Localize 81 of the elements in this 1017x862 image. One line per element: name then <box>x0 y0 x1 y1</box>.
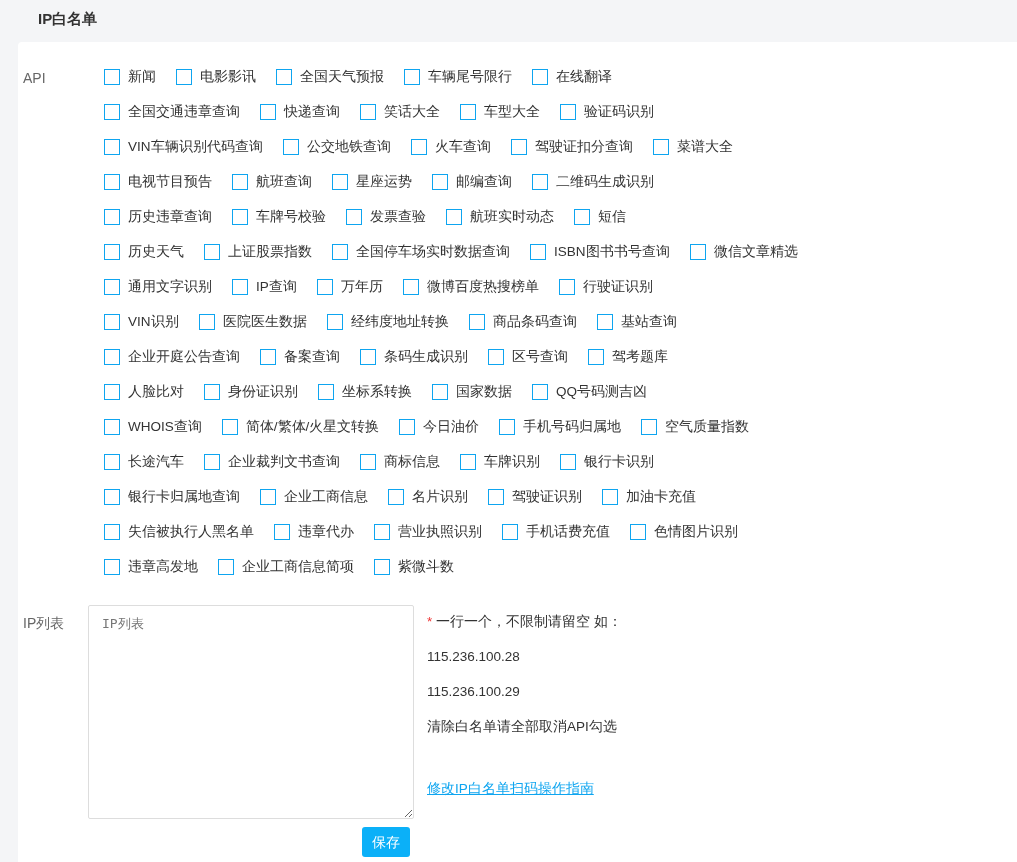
api-checkbox-option[interactable]: 医院医生数据 <box>198 313 307 330</box>
api-checkbox-option[interactable]: 紫微斗数 <box>374 558 454 575</box>
api-checkbox-option[interactable]: 色情图片识别 <box>630 523 738 540</box>
api-checkbox-option[interactable]: 车牌识别 <box>460 453 540 470</box>
api-checkbox-option[interactable]: 通用文字识别 <box>104 278 212 295</box>
api-checkbox-option[interactable]: 火车查询 <box>410 138 491 155</box>
api-checkbox-option[interactable]: 微信文章精选 <box>689 243 798 260</box>
api-checkbox-option[interactable]: 二维码生成识别 <box>532 173 654 190</box>
field-label: API <box>23 70 46 86</box>
api-checkbox-option[interactable]: 坐标系转换 <box>318 383 412 400</box>
api-checkbox-option[interactable]: 银行卡识别 <box>560 453 654 470</box>
api-checkbox-option[interactable]: VIN识别 <box>104 313 179 330</box>
api-checkbox-option[interactable]: 车辆尾号限行 <box>404 68 512 85</box>
api-checkbox-option[interactable]: 手机号码归属地 <box>499 418 622 435</box>
api-checkbox-option[interactable]: 商标信息 <box>360 453 440 470</box>
api-checkbox-option[interactable]: IP查询 <box>232 278 297 295</box>
api-checkbox-option[interactable]: 全国交通违章查询 <box>104 103 240 120</box>
api-checkbox-option[interactable]: 基站查询 <box>596 313 677 330</box>
api-checkbox-option[interactable]: 违章高发地 <box>104 558 198 575</box>
field-label: IP列表 <box>23 615 65 631</box>
api-checkbox-option[interactable]: 经纬度地址转换 <box>326 313 449 330</box>
api-checkbox-option[interactable]: 驾考题库 <box>588 348 668 365</box>
api-checkbox-option[interactable]: 营业执照识别 <box>374 523 482 540</box>
api-checkbox-option[interactable]: 人脸比对 <box>104 383 184 400</box>
hint-text: 清除白名单请全部取消API勾选 <box>427 718 618 735</box>
api-checkbox-option[interactable]: 航班实时动态 <box>446 208 554 225</box>
api-checkbox-option[interactable]: 条码生成识别 <box>360 348 468 365</box>
api-checkbox-option[interactable]: 车牌号校验 <box>232 208 326 225</box>
example-ip-text: 115.236.100.29 <box>427 683 521 700</box>
api-checkbox-option[interactable]: WHOIS查询 <box>104 418 202 435</box>
api-checkbox-option[interactable]: 车型大全 <box>460 103 540 120</box>
api-checkbox-option[interactable]: 行驶证识别 <box>558 278 653 295</box>
api-checkbox-option[interactable]: 企业裁判文书查询 <box>204 453 340 470</box>
api-checkbox-option[interactable]: QQ号码测吉凶 <box>532 383 647 400</box>
api-checkbox-option[interactable]: 历史违章查询 <box>104 208 212 225</box>
api-checkbox-option[interactable]: 历史天气 <box>104 243 184 260</box>
api-checkbox-option[interactable]: 长途汽车 <box>104 453 184 470</box>
api-checkbox-option[interactable]: 驾驶证扣分查询 <box>510 138 633 155</box>
api-checkbox-option[interactable]: 航班查询 <box>232 173 312 190</box>
api-checkbox-option[interactable]: 发票查验 <box>346 208 426 225</box>
hint-text: * 一行一个，不限制请留空 如： <box>427 613 622 630</box>
api-checkbox-option[interactable]: 企业工商信息 <box>260 488 368 505</box>
api-checkbox-option[interactable]: 新闻 <box>104 68 156 85</box>
api-checkbox-option[interactable]: 区号查询 <box>488 348 568 365</box>
api-checkbox-option[interactable]: 企业工商信息简项 <box>218 558 354 575</box>
api-checkbox-option[interactable]: 空气质量指数 <box>641 418 750 435</box>
api-checkbox-option[interactable]: ISBN图书书号查询 <box>530 243 670 260</box>
api-checkbox-option[interactable]: 企业开庭公告查询 <box>104 348 240 365</box>
api-checkbox-option[interactable]: 在线翻译 <box>532 68 612 85</box>
api-checkbox-option[interactable]: 电影影讯 <box>176 68 256 85</box>
api-checkbox-option[interactable]: 上证股票指数 <box>204 243 312 260</box>
api-checkbox-option[interactable]: 星座运势 <box>332 173 412 190</box>
api-checkbox-option[interactable]: 今日油价 <box>399 418 480 435</box>
api-checkbox-option[interactable]: 邮编查询 <box>432 173 512 190</box>
example-ip-text: 115.236.100.28 <box>427 648 521 665</box>
api-checkbox-option[interactable]: 微博百度热搜榜单 <box>402 278 539 295</box>
api-checkbox-option[interactable]: 加油卡充值 <box>602 488 696 505</box>
api-checkbox-option[interactable]: 万年历 <box>316 278 383 295</box>
api-checkbox-option[interactable]: 驾驶证识别 <box>488 488 582 505</box>
api-checkbox-option[interactable]: 电视节目预告 <box>104 173 212 190</box>
api-checkbox-option[interactable]: 手机话费充值 <box>502 523 610 540</box>
api-checkbox-option[interactable]: 短信 <box>574 208 626 225</box>
ip-list-field[interactable]: IP列表 <box>88 605 414 819</box>
api-checkbox-option[interactable]: 国家数据 <box>432 383 512 400</box>
api-checkbox-option[interactable]: 名片识别 <box>388 488 468 505</box>
api-checkbox-option[interactable]: 全国天气预报 <box>276 68 384 85</box>
api-checkbox-option[interactable]: 简体/繁体/火星文转换 <box>221 418 380 435</box>
api-checkbox-option[interactable]: 银行卡归属地查询 <box>104 488 240 505</box>
api-checkbox-option[interactable]: 备案查询 <box>260 348 340 365</box>
api-checkbox-option[interactable]: 失信被执行人黑名单 <box>104 523 254 540</box>
api-checkbox-option[interactable]: VIN车辆识别代码查询 <box>104 138 263 155</box>
api-checkbox-option[interactable]: 身份证识别 <box>204 383 298 400</box>
page-title: IP白名单 <box>37 9 99 29</box>
api-checkbox-option[interactable]: 公交地铁查询 <box>282 138 391 155</box>
api-checkbox-option[interactable]: 笑话大全 <box>360 103 440 120</box>
api-checkbox-option[interactable]: 快递查询 <box>260 103 340 120</box>
api-checkbox-option[interactable]: 验证码识别 <box>560 103 654 120</box>
api-checkbox-option[interactable]: 全国停车场实时数据查询 <box>332 243 510 260</box>
api-checkbox-option[interactable]: 商品条码查询 <box>468 313 577 330</box>
api-checkbox-option[interactable]: 违章代办 <box>274 523 354 540</box>
api-checkbox-option[interactable]: 菜谱大全 <box>652 138 733 155</box>
